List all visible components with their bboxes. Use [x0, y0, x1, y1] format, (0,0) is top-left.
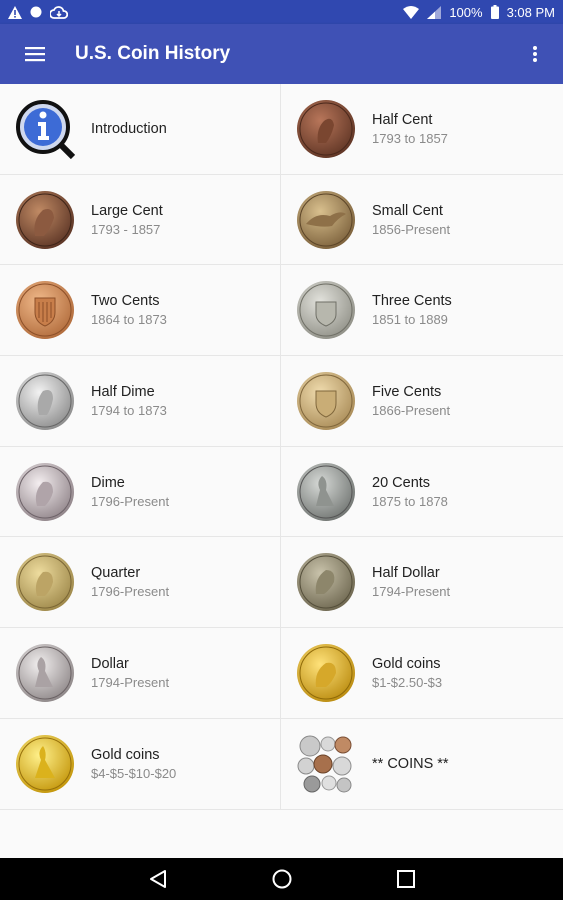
item-title: Five Cents	[372, 383, 442, 400]
item-title: Dime	[91, 474, 125, 491]
list-item-five-cents[interactable]: Five Cents 1866-Present	[281, 356, 563, 447]
item-denominations: $4-$5-$10-$20	[91, 765, 177, 781]
status-bar: 100% 3:08 PM	[0, 0, 563, 24]
list-item-quarter[interactable]: Quarter 1796-Present	[0, 537, 281, 629]
item-years: 1851 to 1889	[372, 312, 448, 328]
item-title: Gold coins	[372, 655, 441, 672]
item-years: 1796-Present	[91, 584, 170, 600]
item-title: Two Cents	[91, 293, 160, 310]
dime-coin-icon	[15, 462, 75, 522]
battery-icon	[490, 5, 499, 19]
item-title: Large Cent	[91, 202, 163, 219]
coin-grid: Introduction Half Cent 1793 to 1857 Larg…	[0, 84, 563, 810]
signal-icon	[427, 5, 442, 19]
system-nav-bar	[0, 858, 563, 900]
back-icon[interactable]	[149, 869, 167, 889]
item-denominations: $1-$2.50-$3	[372, 674, 443, 690]
half-cent-coin-icon	[296, 99, 356, 159]
list-item-introduction[interactable]: Introduction	[0, 84, 281, 175]
list-item-half-dollar[interactable]: Half Dollar 1794-Present	[281, 537, 563, 629]
item-years: 1796-Present	[91, 493, 170, 509]
gold-coin-large-icon	[15, 734, 75, 794]
item-title: 20 Cents	[372, 474, 431, 491]
item-years: 1856-Present	[372, 221, 451, 237]
app-bar: U.S. Coin History	[0, 24, 563, 84]
list-item-20-cents[interactable]: 20 Cents 1875 to 1878	[281, 446, 563, 538]
item-years: 1794 to 1873	[91, 402, 167, 418]
circle-notification-icon	[30, 6, 42, 18]
list-item-gold-coins-large[interactable]: Gold coins $4-$5-$10-$20	[0, 718, 281, 810]
item-title: Half Dime	[91, 383, 155, 400]
list-item-large-cent[interactable]: Large Cent 1793 - 1857	[0, 174, 281, 266]
half-dollar-coin-icon	[296, 552, 356, 612]
item-title: Half Dollar	[372, 565, 440, 582]
list-item-half-dime[interactable]: Half Dime 1794 to 1873	[0, 356, 281, 447]
page-title: U.S. Coin History	[75, 43, 231, 64]
list-item-three-cents[interactable]: Three Cents 1851 to 1889	[281, 265, 563, 357]
quarter-coin-icon	[15, 552, 75, 612]
list-item-two-cents[interactable]: Two Cents 1864 to 1873	[0, 265, 281, 357]
twenty-cents-coin-icon	[296, 462, 356, 522]
item-title: Introduction	[91, 120, 167, 137]
item-title: Small Cent	[372, 202, 443, 219]
dollar-coin-icon	[15, 643, 75, 703]
item-title: ** COINS **	[372, 755, 449, 772]
clock: 3:08 PM	[506, 4, 555, 20]
item-title: Three Cents	[372, 293, 452, 310]
list-item-dime[interactable]: Dime 1796-Present	[0, 446, 281, 538]
info-magnifier-icon	[15, 99, 75, 159]
small-cent-coin-icon	[296, 190, 356, 250]
two-cents-coin-icon	[15, 280, 75, 340]
item-years: 1866-Present	[372, 402, 451, 418]
item-years: 1875 to 1878	[372, 493, 448, 509]
battery-level: 100%	[449, 4, 483, 20]
five-cents-coin-icon	[296, 371, 356, 431]
item-title: Half Cent	[372, 111, 433, 128]
item-years: 1794-Present	[91, 674, 170, 690]
hamburger-menu-icon[interactable]	[0, 24, 70, 84]
home-icon[interactable]	[272, 869, 292, 889]
list-item-small-cent[interactable]: Small Cent 1856-Present	[281, 174, 563, 266]
list-item-gold-coins-small[interactable]: Gold coins $1-$2.50-$3	[281, 628, 563, 719]
list-item-half-cent[interactable]: Half Cent 1793 to 1857	[281, 84, 563, 175]
item-years: 1793 - 1857	[91, 221, 161, 237]
list-item-coins[interactable]: ** COINS **	[281, 718, 563, 810]
warning-icon	[8, 5, 22, 19]
item-years: 1864 to 1873	[91, 312, 167, 328]
list-item-dollar[interactable]: Dollar 1794-Present	[0, 628, 281, 719]
cloud-sync-icon	[50, 5, 68, 19]
three-cents-coin-icon	[296, 280, 356, 340]
large-cent-coin-icon	[15, 190, 75, 250]
item-years: 1794-Present	[372, 584, 451, 600]
gold-coin-small-icon	[296, 643, 356, 703]
item-title: Dollar	[91, 655, 129, 672]
recents-icon[interactable]	[396, 870, 415, 888]
half-dime-coin-icon	[15, 371, 75, 431]
more-vert-icon[interactable]	[507, 24, 563, 84]
wifi-icon	[403, 5, 420, 19]
item-title: Gold coins	[91, 746, 160, 763]
item-title: Quarter	[91, 565, 141, 582]
coin-pile-icon	[296, 734, 356, 794]
item-years: 1793 to 1857	[372, 130, 448, 146]
